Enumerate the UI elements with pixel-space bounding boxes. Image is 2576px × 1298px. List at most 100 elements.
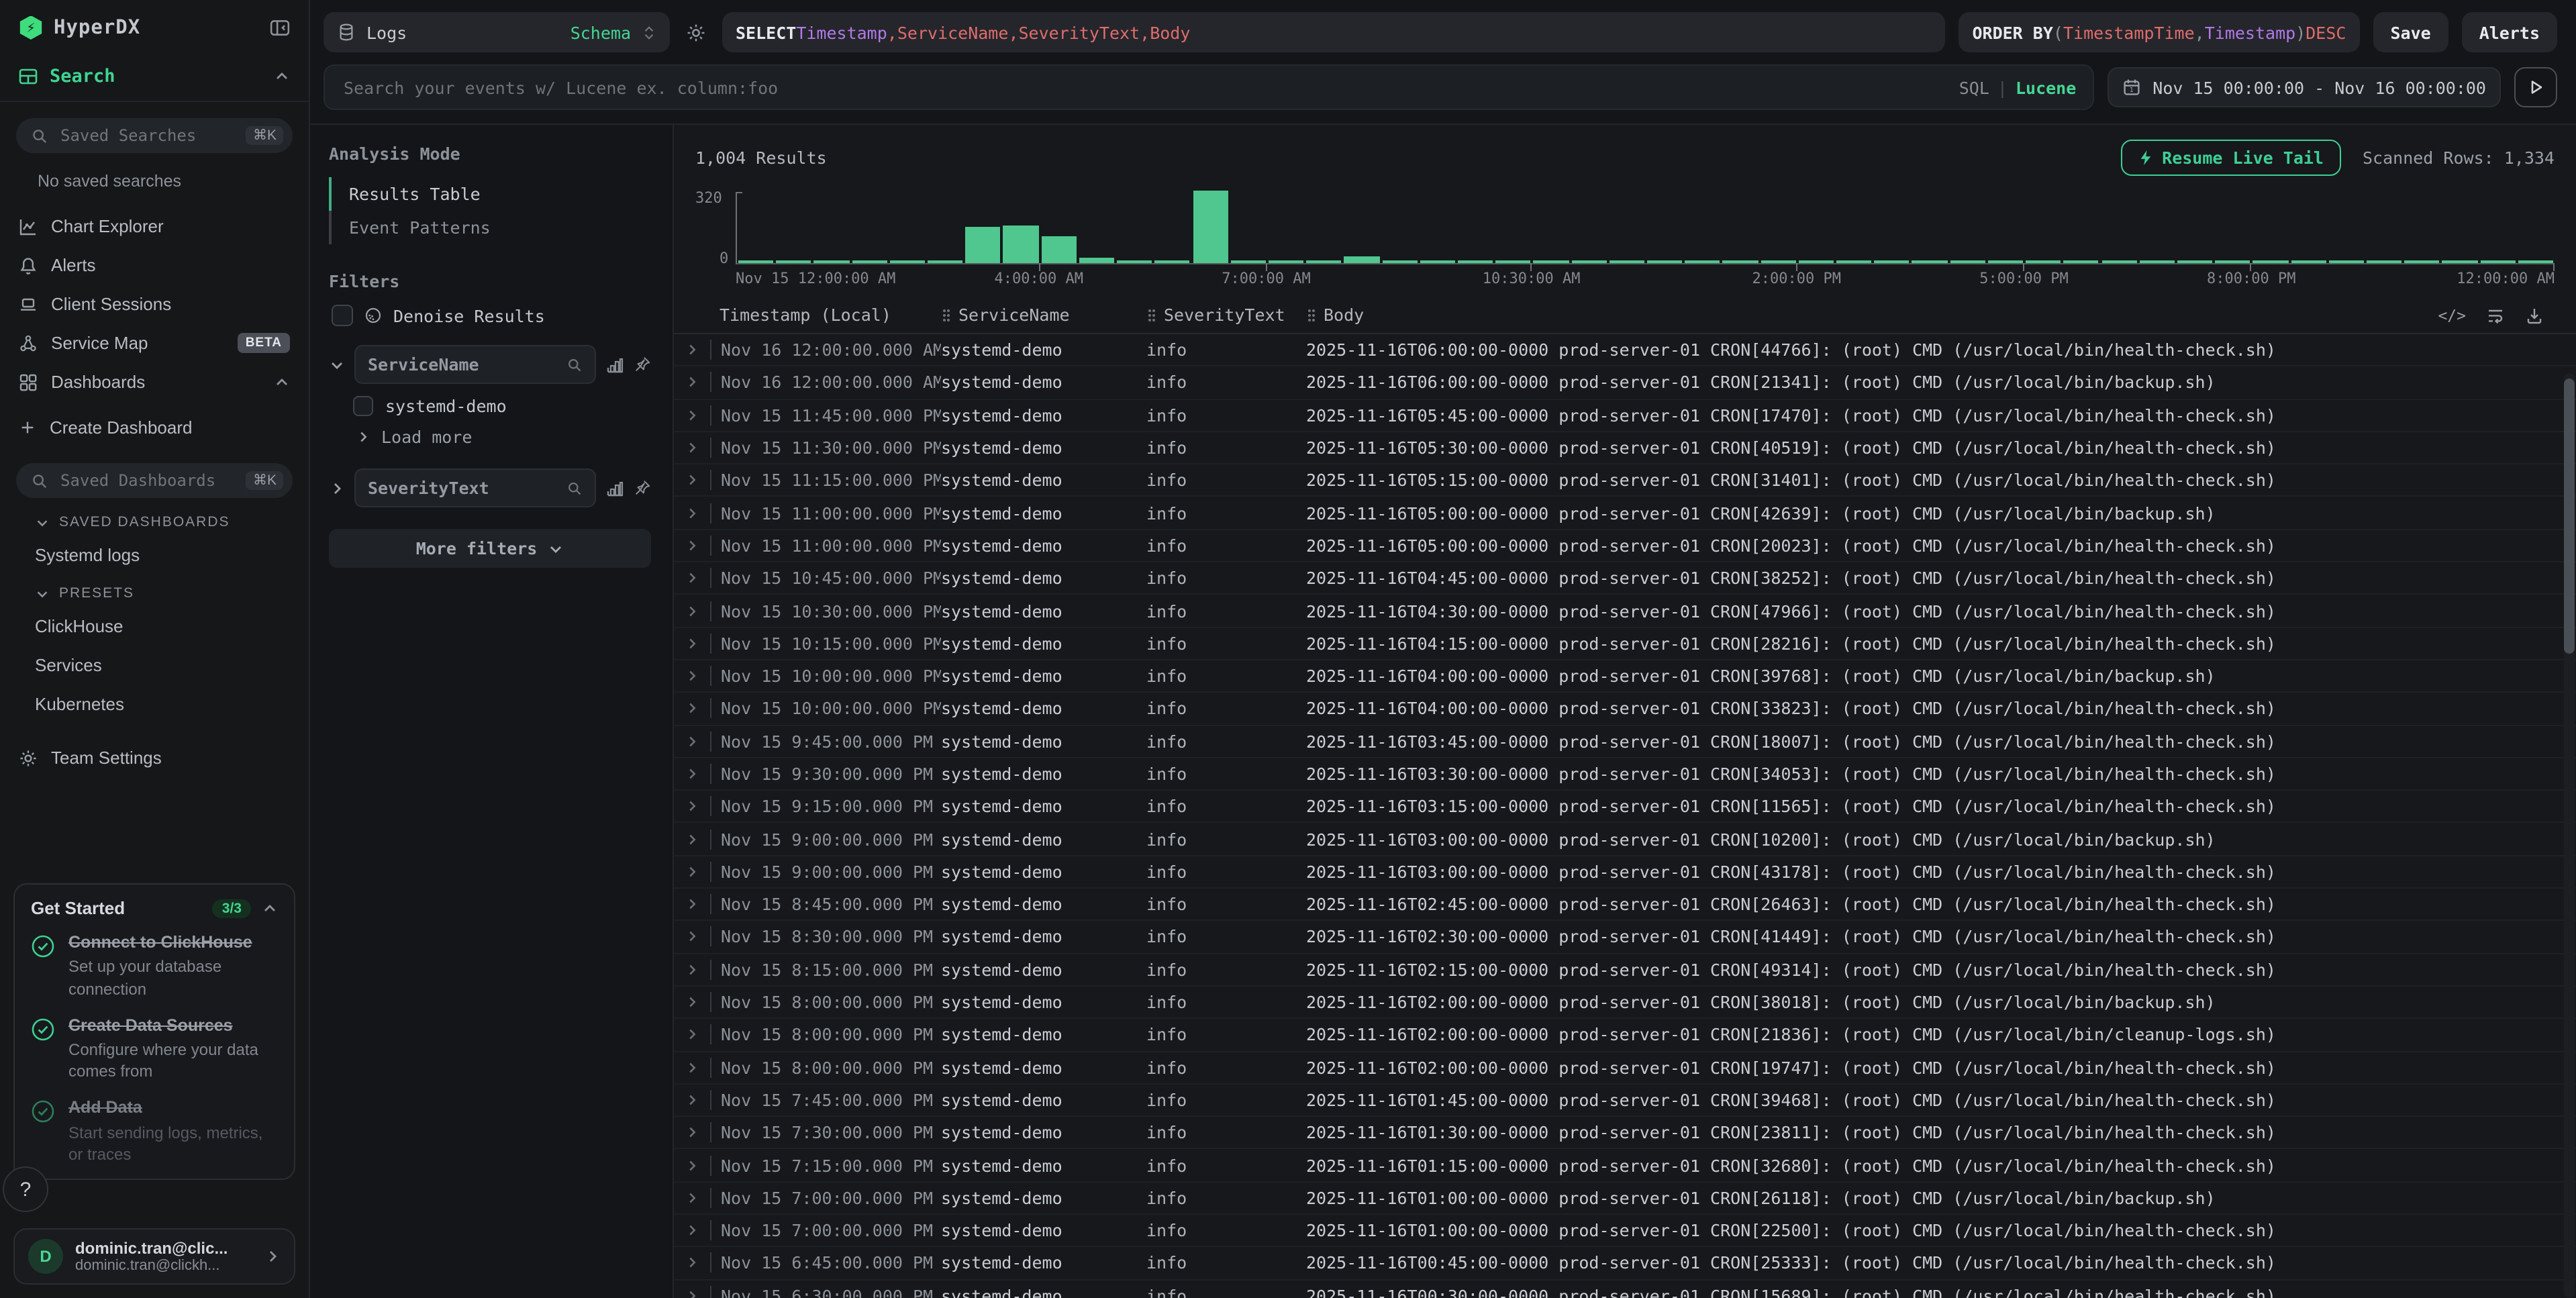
histogram-bar[interactable] bbox=[814, 260, 849, 263]
facet-value-checkbox[interactable] bbox=[353, 396, 373, 416]
chevron-down-icon[interactable] bbox=[329, 356, 345, 372]
log-row[interactable]: Nov 16 12:00:00.000 AMsystemd-demoinfo20… bbox=[674, 367, 2576, 400]
drag-handle-icon[interactable] bbox=[1146, 307, 1157, 323]
sidebar-item-team-settings[interactable]: Team Settings bbox=[0, 723, 309, 777]
histogram-bar[interactable] bbox=[2367, 260, 2401, 263]
log-row[interactable]: Nov 15 11:00:00.000 PMsystemd-demoinfo20… bbox=[674, 530, 2576, 563]
log-row[interactable]: Nov 15 8:00:00.000 PMsystemd-demoinfo202… bbox=[674, 1019, 2576, 1052]
histogram-bar[interactable] bbox=[1079, 258, 1114, 263]
row-expand-icon[interactable] bbox=[674, 1028, 710, 1042]
presets-section-header[interactable]: PRESETS bbox=[0, 575, 309, 607]
histogram-bar[interactable] bbox=[1003, 226, 1038, 263]
histogram-bar[interactable] bbox=[1988, 260, 2023, 263]
sql-toggle[interactable]: SQL bbox=[1959, 77, 1989, 97]
log-row[interactable]: Nov 15 8:45:00.000 PMsystemd-demoinfo202… bbox=[674, 889, 2576, 921]
histogram-bar[interactable] bbox=[928, 260, 962, 263]
row-expand-icon[interactable] bbox=[674, 864, 710, 879]
chevron-up-icon[interactable] bbox=[262, 900, 278, 916]
scrollbar-track[interactable] bbox=[2564, 373, 2575, 1298]
histogram-bar[interactable] bbox=[2139, 260, 2174, 263]
row-expand-icon[interactable] bbox=[674, 799, 710, 814]
date-range-picker[interactable]: Nov 15 00:00:00 - Nov 16 00:00:00 bbox=[2107, 67, 2501, 107]
log-row[interactable]: Nov 15 7:30:00.000 PMsystemd-demoinfo202… bbox=[674, 1117, 2576, 1150]
log-row[interactable]: Nov 15 7:15:00.000 PMsystemd-demoinfo202… bbox=[674, 1150, 2576, 1183]
row-expand-icon[interactable] bbox=[674, 603, 710, 618]
row-expand-icon[interactable] bbox=[674, 505, 710, 520]
log-row[interactable]: Nov 15 8:00:00.000 PMsystemd-demoinfo202… bbox=[674, 1052, 2576, 1085]
sidebar-item-search[interactable]: Search bbox=[0, 52, 309, 102]
get-started-step-sources[interactable]: Create Data Sources Configure where your… bbox=[31, 1015, 278, 1083]
load-more-button[interactable]: Load more bbox=[353, 427, 651, 447]
log-row[interactable]: Nov 15 10:00:00.000 PMsystemd-demoinfo20… bbox=[674, 660, 2576, 693]
row-expand-icon[interactable] bbox=[674, 897, 710, 911]
histogram-bar[interactable] bbox=[1950, 260, 1985, 263]
pin-icon[interactable] bbox=[634, 356, 651, 373]
create-dashboard-button[interactable]: Create Dashboard bbox=[0, 401, 309, 447]
histogram-bar[interactable] bbox=[2101, 260, 2136, 263]
log-row[interactable]: Nov 15 9:00:00.000 PMsystemd-demoinfo202… bbox=[674, 856, 2576, 889]
histogram-bar[interactable] bbox=[1685, 260, 1720, 263]
sidebar-item-kubernetes[interactable]: Kubernetes bbox=[0, 685, 309, 723]
row-expand-icon[interactable] bbox=[674, 1093, 710, 1107]
view-source-icon[interactable]: </> bbox=[2438, 305, 2466, 324]
mode-event-patterns[interactable]: Event Patterns bbox=[329, 211, 651, 244]
histogram-bar[interactable] bbox=[1761, 260, 1795, 263]
row-expand-icon[interactable] bbox=[674, 1256, 710, 1270]
row-expand-icon[interactable] bbox=[674, 636, 710, 651]
event-search-box[interactable]: SQL|Lucene bbox=[324, 64, 2093, 110]
log-row[interactable]: Nov 15 9:45:00.000 PMsystemd-demoinfo202… bbox=[674, 726, 2576, 758]
run-query-button[interactable] bbox=[2514, 67, 2557, 107]
help-button[interactable]: ? bbox=[3, 1166, 48, 1212]
saved-searches-field[interactable] bbox=[58, 125, 237, 146]
drag-handle-icon[interactable] bbox=[941, 307, 952, 323]
histogram-bar[interactable] bbox=[2442, 260, 2477, 263]
sidebar-item-clickhouse[interactable]: ClickHouse bbox=[0, 607, 309, 646]
orderby-clause-input[interactable]: ORDER BY (TimestampTime, Timestamp) DESC bbox=[1959, 12, 2359, 52]
log-row[interactable]: Nov 15 8:30:00.000 PMsystemd-demoinfo202… bbox=[674, 921, 2576, 954]
histogram-bar[interactable] bbox=[2291, 260, 2326, 263]
row-expand-icon[interactable] bbox=[674, 1126, 710, 1140]
row-expand-icon[interactable] bbox=[674, 668, 710, 683]
row-expand-icon[interactable] bbox=[674, 734, 710, 748]
histogram-bar[interactable] bbox=[1836, 260, 1871, 263]
log-row[interactable]: Nov 15 11:45:00.000 PMsystemd-demoinfo20… bbox=[674, 399, 2576, 432]
mode-results-table[interactable]: Results Table bbox=[329, 177, 651, 211]
log-row[interactable]: Nov 15 10:45:00.000 PMsystemd-demoinfo20… bbox=[674, 562, 2576, 595]
row-expand-icon[interactable] bbox=[674, 342, 710, 357]
user-profile-button[interactable]: D dominic.tran@clic... dominic.tran@clic… bbox=[13, 1228, 295, 1285]
row-expand-icon[interactable] bbox=[674, 962, 710, 977]
row-expand-icon[interactable] bbox=[674, 407, 710, 422]
histogram-bar[interactable] bbox=[1875, 260, 1910, 263]
histogram-bar[interactable] bbox=[1230, 260, 1265, 263]
log-row[interactable]: Nov 15 11:15:00.000 PMsystemd-demoinfo20… bbox=[674, 464, 2576, 497]
sidebar-item-alerts[interactable]: Alerts bbox=[0, 246, 309, 285]
sidebar-item-chart-explorer[interactable]: Chart Explorer bbox=[0, 207, 309, 246]
row-expand-icon[interactable] bbox=[674, 570, 710, 585]
histogram-bar[interactable] bbox=[1609, 260, 1644, 263]
log-row[interactable]: Nov 15 11:30:00.000 PMsystemd-demoinfo20… bbox=[674, 432, 2576, 465]
log-row[interactable]: Nov 15 6:45:00.000 PMsystemd-demoinfo202… bbox=[674, 1248, 2576, 1281]
column-header-body[interactable]: Body bbox=[1306, 305, 2438, 325]
histogram-bar[interactable] bbox=[2026, 260, 2061, 263]
drag-handle-icon[interactable] bbox=[1306, 307, 1317, 323]
facet-search-box[interactable]: ServiceName bbox=[354, 345, 596, 384]
histogram-bar[interactable] bbox=[1382, 260, 1417, 263]
lucene-toggle[interactable]: Lucene bbox=[2016, 77, 2076, 97]
histogram-bar[interactable] bbox=[1117, 260, 1152, 263]
get-started-step-add-data[interactable]: Add Data Start sending logs, metrics, or… bbox=[31, 1097, 278, 1165]
save-button[interactable]: Save bbox=[2373, 12, 2448, 52]
row-expand-icon[interactable] bbox=[674, 1223, 710, 1238]
histogram-bar[interactable] bbox=[738, 260, 773, 263]
histogram-bar[interactable] bbox=[1534, 260, 1569, 263]
log-row[interactable]: Nov 15 9:30:00.000 PMsystemd-demoinfo202… bbox=[674, 758, 2576, 791]
histogram-bar[interactable] bbox=[1306, 260, 1341, 263]
sidebar-item-services[interactable]: Services bbox=[0, 646, 309, 685]
histogram-bar[interactable] bbox=[2404, 260, 2439, 263]
facet-search-box[interactable]: SeverityText bbox=[354, 468, 596, 507]
source-settings-button[interactable] bbox=[683, 19, 709, 45]
saved-searches-input[interactable]: ⌘K bbox=[16, 118, 293, 153]
scrollbar-thumb[interactable] bbox=[2564, 379, 2575, 654]
log-row[interactable]: Nov 15 6:30:00.000 PMsystemd-demoinfo202… bbox=[674, 1280, 2576, 1298]
sidebar-item-dashboards[interactable]: Dashboards bbox=[0, 362, 309, 401]
resume-live-tail-button[interactable]: Resume Live Tail bbox=[2120, 140, 2341, 176]
